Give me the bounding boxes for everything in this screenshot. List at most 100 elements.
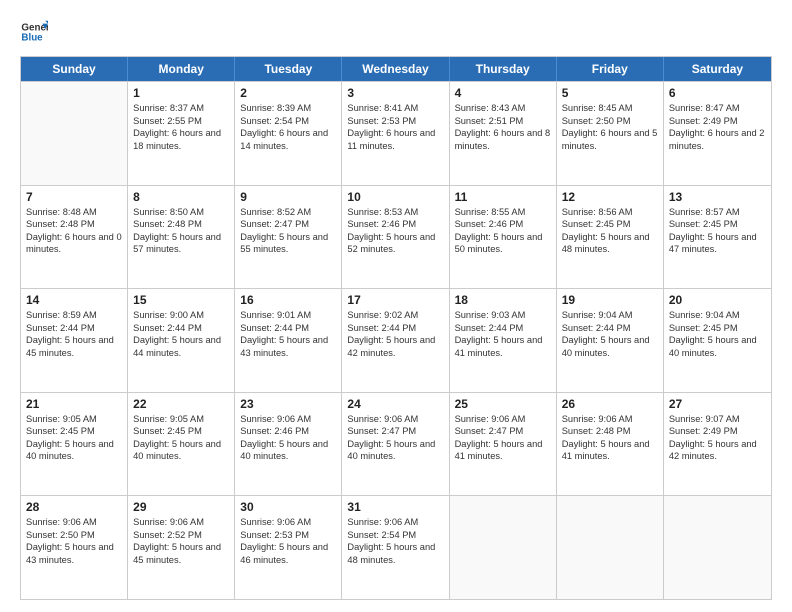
daylight-text: Daylight: 6 hours and 5 minutes. — [562, 127, 658, 152]
cal-week-1: 7Sunrise: 8:48 AMSunset: 2:48 PMDaylight… — [21, 185, 771, 289]
sunset-text: Sunset: 2:54 PM — [240, 115, 336, 128]
day-number: 3 — [347, 86, 443, 100]
daylight-text: Daylight: 5 hours and 40 minutes. — [240, 438, 336, 463]
daylight-text: Daylight: 5 hours and 47 minutes. — [669, 231, 766, 256]
sunrise-text: Sunrise: 8:43 AM — [455, 102, 551, 115]
daylight-text: Daylight: 5 hours and 48 minutes. — [562, 231, 658, 256]
sunrise-text: Sunrise: 9:06 AM — [455, 413, 551, 426]
sunset-text: Sunset: 2:44 PM — [26, 322, 122, 335]
daylight-text: Daylight: 5 hours and 40 minutes. — [26, 438, 122, 463]
sunrise-text: Sunrise: 8:59 AM — [26, 309, 122, 322]
cal-cell: 16Sunrise: 9:01 AMSunset: 2:44 PMDayligh… — [235, 289, 342, 392]
daylight-text: Daylight: 5 hours and 43 minutes. — [240, 334, 336, 359]
cal-cell: 31Sunrise: 9:06 AMSunset: 2:54 PMDayligh… — [342, 496, 449, 599]
cal-cell: 21Sunrise: 9:05 AMSunset: 2:45 PMDayligh… — [21, 393, 128, 496]
sunset-text: Sunset: 2:44 PM — [455, 322, 551, 335]
daylight-text: Daylight: 6 hours and 0 minutes. — [26, 231, 122, 256]
day-number: 31 — [347, 500, 443, 514]
cal-cell — [21, 82, 128, 185]
daylight-text: Daylight: 5 hours and 43 minutes. — [26, 541, 122, 566]
day-number: 21 — [26, 397, 122, 411]
cal-cell: 2 Sunrise: 8:39 AMSunset: 2:54 PMDaylight… — [235, 82, 342, 185]
header-day-thursday: Thursday — [450, 57, 557, 81]
sunrise-text: Sunrise: 8:45 AM — [562, 102, 658, 115]
cal-cell: 3Sunrise: 8:41 AMSunset: 2:53 PMDaylight… — [342, 82, 449, 185]
sunrise-text: Sunrise: 9:04 AM — [669, 309, 766, 322]
cal-cell: 5Sunrise: 8:45 AMSunset: 2:50 PMDaylight… — [557, 82, 664, 185]
daylight-text: Daylight: 6 hours and 14 minutes. — [240, 127, 336, 152]
cal-cell: 7Sunrise: 8:48 AMSunset: 2:48 PMDaylight… — [21, 186, 128, 289]
day-number: 2 — [240, 86, 336, 100]
sunrise-text: Sunrise: 9:05 AM — [133, 413, 229, 426]
header-day-monday: Monday — [128, 57, 235, 81]
sunset-text: Sunset: 2:46 PM — [455, 218, 551, 231]
daylight-text: Daylight: 5 hours and 45 minutes. — [133, 541, 229, 566]
daylight-text: Daylight: 6 hours and 2 minutes. — [669, 127, 766, 152]
sunrise-text: Sunrise: 9:06 AM — [562, 413, 658, 426]
calendar-header-row: SundayMondayTuesdayWednesdayThursdayFrid… — [21, 57, 771, 81]
sunrise-text: Sunrise: 9:05 AM — [26, 413, 122, 426]
sunset-text: Sunset: 2:44 PM — [347, 322, 443, 335]
sunset-text: Sunset: 2:55 PM — [133, 115, 229, 128]
header-day-wednesday: Wednesday — [342, 57, 449, 81]
sunset-text: Sunset: 2:48 PM — [562, 425, 658, 438]
cal-week-2: 14Sunrise: 8:59 AMSunset: 2:44 PMDayligh… — [21, 288, 771, 392]
daylight-text: Daylight: 5 hours and 40 minutes. — [133, 438, 229, 463]
cal-cell: 29Sunrise: 9:06 AMSunset: 2:52 PMDayligh… — [128, 496, 235, 599]
cal-cell: 23Sunrise: 9:06 AMSunset: 2:46 PMDayligh… — [235, 393, 342, 496]
day-number: 26 — [562, 397, 658, 411]
cal-cell: 1Sunrise: 8:37 AMSunset: 2:55 PMDaylight… — [128, 82, 235, 185]
sunset-text: Sunset: 2:45 PM — [133, 425, 229, 438]
day-number: 5 — [562, 86, 658, 100]
day-number: 4 — [455, 86, 551, 100]
sunset-text: Sunset: 2:53 PM — [347, 115, 443, 128]
daylight-text: Daylight: 5 hours and 44 minutes. — [133, 334, 229, 359]
daylight-text: Daylight: 5 hours and 42 minutes. — [347, 334, 443, 359]
sunrise-text: Sunrise: 9:01 AM — [240, 309, 336, 322]
daylight-text: Daylight: 6 hours and 18 minutes. — [133, 127, 229, 152]
cal-cell: 17Sunrise: 9:02 AMSunset: 2:44 PMDayligh… — [342, 289, 449, 392]
cal-cell: 15Sunrise: 9:00 AMSunset: 2:44 PMDayligh… — [128, 289, 235, 392]
cal-cell: 22 Sunrise: 9:05 AMSunset: 2:45 PMDayligh… — [128, 393, 235, 496]
sunrise-text: Sunrise: 8:39 AM — [240, 102, 336, 115]
day-number: 22 — [133, 397, 229, 411]
cal-cell: 13Sunrise: 8:57 AMSunset: 2:45 PMDayligh… — [664, 186, 771, 289]
header-day-tuesday: Tuesday — [235, 57, 342, 81]
sunset-text: Sunset: 2:45 PM — [562, 218, 658, 231]
sunset-text: Sunset: 2:44 PM — [562, 322, 658, 335]
sunset-text: Sunset: 2:47 PM — [455, 425, 551, 438]
cal-cell: 27Sunrise: 9:07 AMSunset: 2:49 PMDayligh… — [664, 393, 771, 496]
cal-week-3: 21Sunrise: 9:05 AMSunset: 2:45 PMDayligh… — [21, 392, 771, 496]
day-number: 10 — [347, 190, 443, 204]
sunset-text: Sunset: 2:46 PM — [240, 425, 336, 438]
sunrise-text: Sunrise: 9:06 AM — [240, 516, 336, 529]
cal-cell: 4Sunrise: 8:43 AMSunset: 2:51 PMDaylight… — [450, 82, 557, 185]
sunset-text: Sunset: 2:45 PM — [669, 322, 766, 335]
day-number: 15 — [133, 293, 229, 307]
daylight-text: Daylight: 6 hours and 11 minutes. — [347, 127, 443, 152]
sunrise-text: Sunrise: 8:37 AM — [133, 102, 229, 115]
daylight-text: Daylight: 5 hours and 52 minutes. — [347, 231, 443, 256]
svg-text:Blue: Blue — [21, 32, 43, 43]
day-number: 29 — [133, 500, 229, 514]
daylight-text: Daylight: 5 hours and 41 minutes. — [562, 438, 658, 463]
sunrise-text: Sunrise: 9:07 AM — [669, 413, 766, 426]
daylight-text: Daylight: 5 hours and 41 minutes. — [455, 438, 551, 463]
sunrise-text: Sunrise: 8:50 AM — [133, 206, 229, 219]
daylight-text: Daylight: 5 hours and 57 minutes. — [133, 231, 229, 256]
sunrise-text: Sunrise: 9:04 AM — [562, 309, 658, 322]
daylight-text: Daylight: 5 hours and 46 minutes. — [240, 541, 336, 566]
cal-cell: 20Sunrise: 9:04 AMSunset: 2:45 PMDayligh… — [664, 289, 771, 392]
day-number: 11 — [455, 190, 551, 204]
daylight-text: Daylight: 6 hours and 8 minutes. — [455, 127, 551, 152]
sunset-text: Sunset: 2:46 PM — [347, 218, 443, 231]
day-number: 25 — [455, 397, 551, 411]
cal-cell — [450, 496, 557, 599]
sunset-text: Sunset: 2:49 PM — [669, 425, 766, 438]
day-number: 13 — [669, 190, 766, 204]
cal-cell: 18Sunrise: 9:03 AMSunset: 2:44 PMDayligh… — [450, 289, 557, 392]
cal-cell — [557, 496, 664, 599]
logo-icon: General Blue — [20, 18, 48, 46]
cal-week-4: 28Sunrise: 9:06 AMSunset: 2:50 PMDayligh… — [21, 495, 771, 599]
sunset-text: Sunset: 2:49 PM — [669, 115, 766, 128]
